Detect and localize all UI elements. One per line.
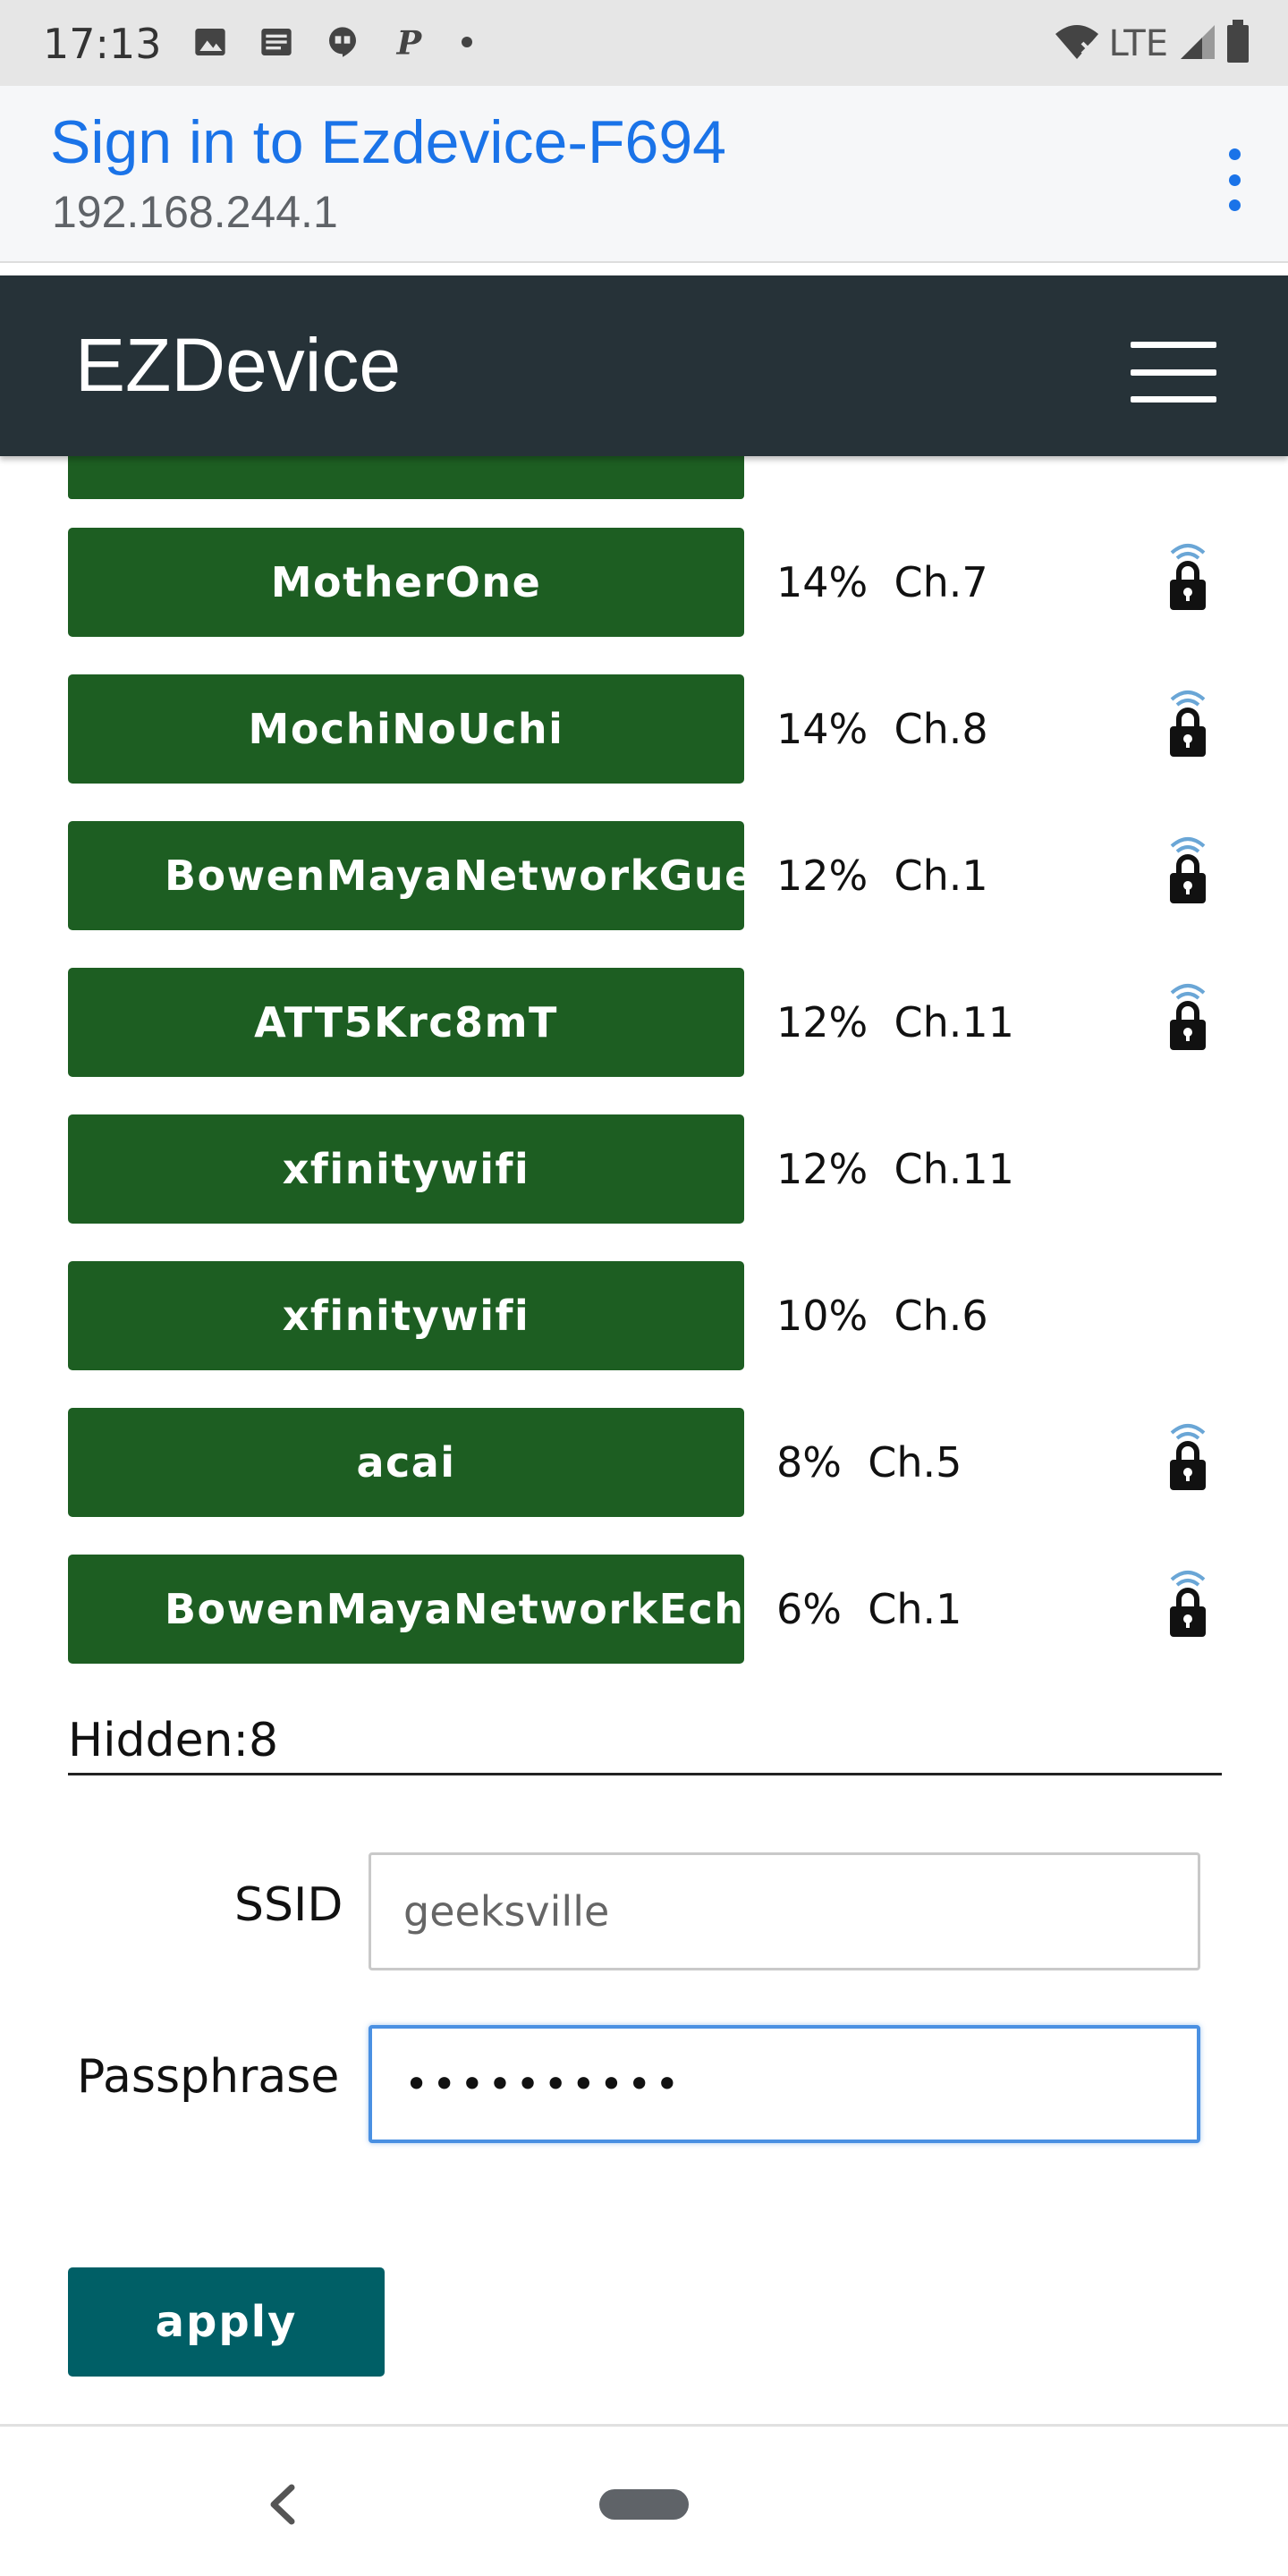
network-channel: Ch.1	[868, 1585, 962, 1633]
network-channel: Ch.6	[894, 1292, 988, 1340]
ssid-input[interactable]	[369, 1852, 1200, 1970]
captive-portal-header: Sign in to Ezdevice-F694 192.168.244.1	[0, 86, 1288, 263]
network-info: 14% Ch.7	[776, 528, 988, 637]
network-row: BowenMayaNetworkGuest 12% Ch.1	[68, 821, 1222, 930]
wifi-off-icon	[1054, 21, 1100, 65]
pinterest-icon: P	[388, 21, 429, 63]
network-info: 10% Ch.6	[776, 1261, 988, 1370]
image-icon	[190, 21, 231, 63]
secured-wifi-lock-icon	[1161, 1417, 1215, 1497]
brand-title[interactable]: EZDevice	[75, 322, 401, 409]
signal-icon	[1177, 21, 1216, 65]
hamburger-menu-icon[interactable]	[1131, 342, 1216, 402]
home-pill-icon[interactable]	[599, 2489, 689, 2520]
network-channel: Ch.11	[894, 998, 1014, 1046]
hangouts-icon	[322, 21, 363, 63]
network-channel: Ch.8	[894, 705, 988, 753]
secured-wifi-lock-icon	[1161, 830, 1215, 911]
network-row: ATT5Krc8mT 12% Ch.11	[68, 968, 1222, 1077]
network-row: MochiNoUchi 14% Ch.8	[68, 674, 1222, 784]
network-channel: Ch.1	[894, 852, 988, 900]
news-icon	[256, 21, 297, 63]
network-row: acai 8% Ch.5	[68, 1408, 1222, 1517]
dot-icon	[462, 37, 472, 47]
network-select-button[interactable]: MotherOne	[68, 528, 744, 637]
network-select-button[interactable]: acai	[68, 1408, 744, 1517]
svg-text:P: P	[396, 24, 423, 60]
network-channel: Ch.11	[894, 1145, 1014, 1193]
network-info: 14% Ch.8	[776, 674, 988, 784]
network-info: 12% Ch.1	[776, 821, 988, 930]
network-channel: Ch.7	[894, 558, 988, 606]
back-icon[interactable]	[256, 2473, 309, 2536]
secured-wifi-lock-icon	[1161, 683, 1215, 764]
network-signal: 10%	[776, 1292, 869, 1340]
network-signal: 6%	[776, 1585, 842, 1633]
network-select-button[interactable]: xfinitywifi	[68, 1261, 744, 1370]
system-navigation-bar	[0, 2428, 1288, 2576]
portal-url: 192.168.244.1	[52, 187, 338, 237]
network-select-button[interactable]: ATT5Krc8mT	[68, 968, 744, 1077]
more-options-icon[interactable]	[1216, 148, 1252, 211]
network-signal: 12%	[776, 852, 869, 900]
network-signal: 12%	[776, 1145, 869, 1193]
portal-title: Sign in to Ezdevice-F694	[50, 108, 726, 176]
network-list-content: MotherOne 14% Ch.7 MochiNoUchi 14% Ch.8 Bowe…	[0, 456, 1288, 2428]
divider	[68, 1773, 1222, 1775]
status-time: 17:13	[43, 20, 162, 68]
network-info: 12% Ch.11	[776, 1114, 1014, 1224]
secured-wifi-lock-icon	[1161, 977, 1215, 1057]
network-info: 12% Ch.11	[776, 968, 1014, 1077]
ssid-label: SSID	[234, 1878, 343, 1932]
network-type: LTE	[1108, 22, 1168, 64]
network-signal: 8%	[776, 1438, 842, 1487]
network-button-partial[interactable]	[68, 456, 744, 499]
network-channel: Ch.5	[868, 1438, 962, 1487]
network-row: BowenMayaNetworkEcho 6% Ch.1	[68, 1555, 1222, 1664]
network-info: 8% Ch.5	[776, 1408, 962, 1517]
passphrase-input[interactable]	[369, 2025, 1200, 2143]
apply-button[interactable]: apply	[68, 2267, 385, 2377]
passphrase-label: Passphrase	[77, 2050, 340, 2104]
network-select-button[interactable]: BowenMayaNetworkEcho	[68, 1555, 744, 1664]
secured-wifi-lock-icon	[1161, 1563, 1215, 1644]
divider	[0, 2424, 1288, 2427]
notification-icons: P	[190, 21, 472, 63]
battery-icon	[1225, 20, 1250, 67]
network-select-button[interactable]: xfinitywifi	[68, 1114, 744, 1224]
network-row: xfinitywifi 12% Ch.11	[68, 1114, 1222, 1224]
network-info: 6% Ch.1	[776, 1555, 962, 1664]
network-signal: 12%	[776, 998, 869, 1046]
network-select-button[interactable]: BowenMayaNetworkGuest	[68, 821, 744, 930]
network-signal: 14%	[776, 705, 869, 753]
network-row: xfinitywifi 10% Ch.6	[68, 1261, 1222, 1370]
app-navbar: EZDevice	[0, 275, 1288, 456]
hidden-count-label: Hidden:8	[68, 1714, 279, 1767]
secured-wifi-lock-icon	[1161, 537, 1215, 617]
system-icons: LTE	[1054, 20, 1250, 67]
network-row: MotherOne 14% Ch.7	[68, 528, 1222, 637]
status-bar: 17:13 P LTE	[0, 0, 1288, 86]
network-select-button[interactable]: MochiNoUchi	[68, 674, 744, 784]
network-signal: 14%	[776, 558, 869, 606]
